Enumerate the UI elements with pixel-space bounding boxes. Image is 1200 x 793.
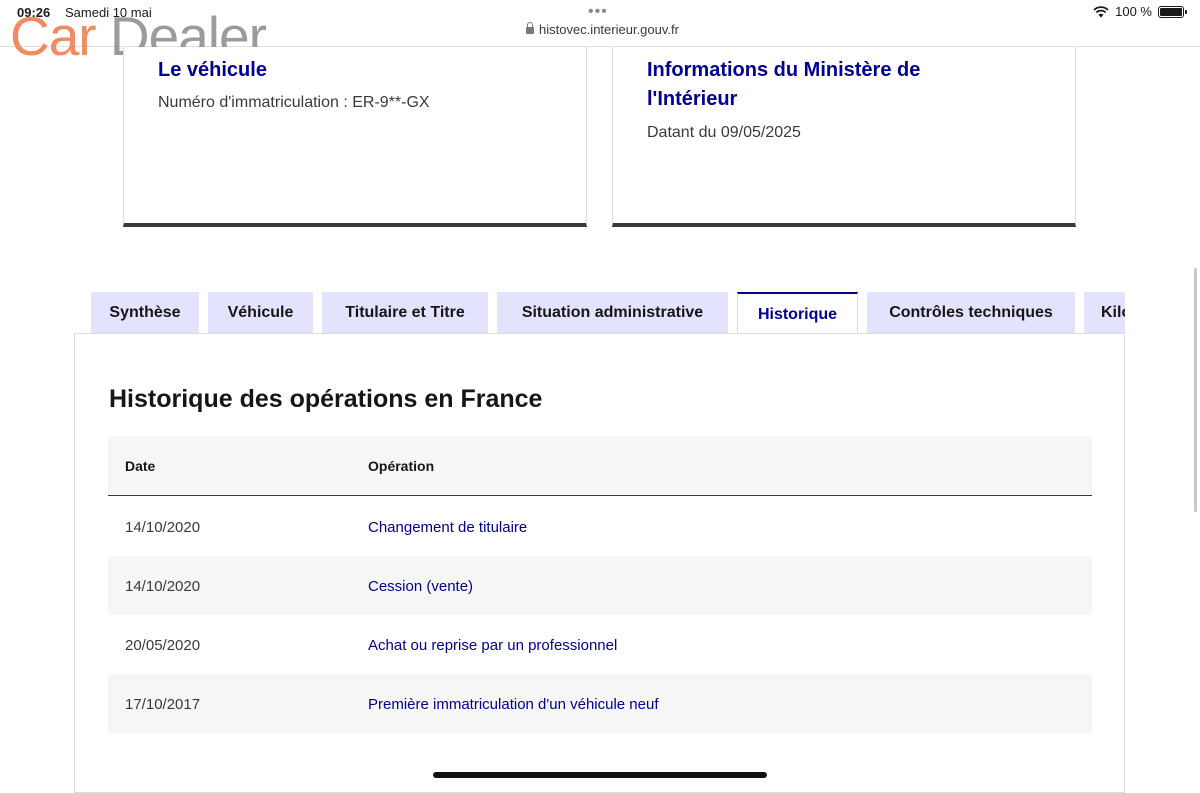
- tab-bar: Synthèse Véhicule Titulaire et Titre Sit…: [91, 292, 1125, 334]
- status-date: Samedi 10 mai: [65, 5, 152, 20]
- row-date: 20/05/2020: [125, 637, 201, 654]
- row-operation-link[interactable]: Changement de titulaire: [368, 519, 527, 536]
- section-title: Historique des opérations en France: [109, 385, 543, 413]
- tab-situation-administrative[interactable]: Situation administrative: [497, 292, 728, 334]
- vehicle-card: Le véhicule Numéro d'immatriculation : E…: [123, 47, 587, 227]
- row-date: 14/10/2020: [125, 519, 201, 536]
- table-row: 20/05/2020 Achat ou reprise par un profe…: [108, 615, 1092, 674]
- tab-controles-techniques[interactable]: Contrôles techniques: [867, 292, 1075, 334]
- battery-percent: 100 %: [1115, 4, 1152, 19]
- column-header-date: Date: [125, 458, 156, 474]
- lock-icon: [526, 22, 534, 34]
- system-indicators: 100 %: [1093, 4, 1187, 19]
- row-operation-link[interactable]: Cession (vente): [368, 578, 473, 595]
- registration-number: Numéro d'immatriculation : ER-9**-GX: [158, 94, 430, 111]
- tab-titulaire-et-titre[interactable]: Titulaire et Titre: [322, 292, 488, 334]
- row-operation-link[interactable]: Première immatriculation d'un véhicule n…: [368, 696, 659, 713]
- tab-synthese[interactable]: Synthèse: [91, 292, 199, 334]
- column-header-operation: Opération: [368, 458, 435, 474]
- clock-time: 09:26: [17, 5, 51, 20]
- ministry-card-title: Informations du Ministère de l'Intérieur: [647, 59, 921, 110]
- table-row: 14/10/2020 Changement de titulaire: [108, 497, 1092, 556]
- ministry-info-card: Informations du Ministère de l'Intérieur…: [612, 47, 1076, 227]
- tab-historique[interactable]: Historique: [737, 292, 858, 334]
- row-date: 14/10/2020: [125, 578, 201, 595]
- table-row: 17/10/2017 Première immatriculation d'un…: [108, 674, 1092, 733]
- row-operation-link[interactable]: Achat ou reprise par un professionnel: [368, 637, 617, 654]
- status-bar: 09:26 Samedi 10 mai ••• histovec.interie…: [0, 0, 1200, 47]
- vehicle-card-title: Le véhicule: [158, 59, 267, 81]
- address-bar[interactable]: histovec.interieur.gouv.fr: [526, 22, 679, 37]
- battery-icon: [1158, 5, 1187, 18]
- wifi-icon: [1093, 5, 1109, 17]
- tab-vehicule[interactable]: Véhicule: [208, 292, 313, 334]
- ministry-data-date: Datant du 09/05/2025: [647, 124, 801, 141]
- tab-kilometrage[interactable]: Kilométrage: [1084, 292, 1125, 334]
- table-header: Date Opération: [108, 436, 1092, 496]
- page-scrollbar[interactable]: [1194, 268, 1197, 512]
- row-date: 17/10/2017: [125, 696, 201, 713]
- more-dots-icon[interactable]: •••: [588, 3, 608, 21]
- table-row: 14/10/2020 Cession (vente): [108, 556, 1092, 615]
- url-text: histovec.interieur.gouv.fr: [539, 22, 679, 37]
- home-indicator[interactable]: [433, 772, 767, 778]
